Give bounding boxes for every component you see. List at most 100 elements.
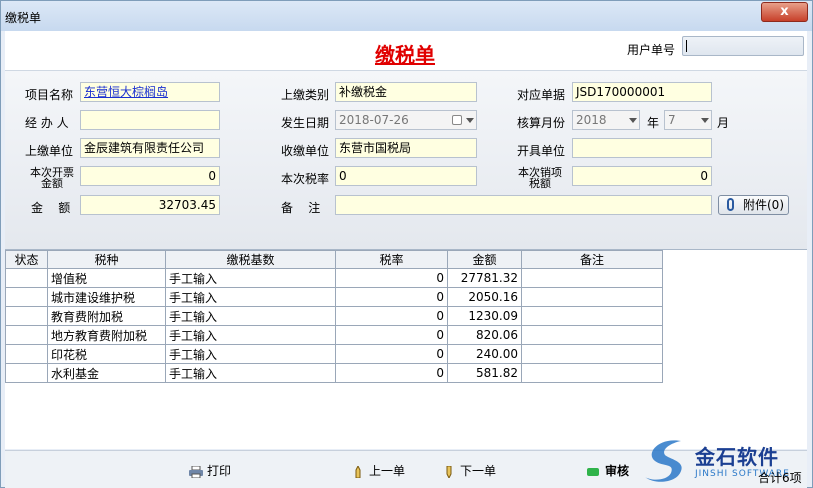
cell-status[interactable]: [5, 268, 48, 288]
attachment-button[interactable]: 附件(0): [718, 195, 789, 215]
cell-tax[interactable]: 增值税: [47, 268, 166, 288]
date-value: 2018-07-26: [339, 113, 409, 127]
cell-amount[interactable]: 2050.16: [447, 287, 522, 307]
invoice-amount-label-2: 金额: [41, 177, 63, 190]
cell-base[interactable]: 手工输入: [165, 344, 336, 364]
cell-rate[interactable]: 0: [335, 306, 448, 326]
project-name-label: 项目名称: [25, 88, 74, 102]
cell-tax[interactable]: 教育费附加税: [47, 306, 166, 326]
invoice-amount-field[interactable]: 0: [80, 166, 220, 186]
year-select[interactable]: 2018: [572, 110, 640, 130]
document-title: 缴税单: [375, 43, 435, 67]
month-unit: 月: [717, 116, 730, 130]
hand-down-icon: [446, 465, 452, 478]
ref-doc-field[interactable]: JSD170000001: [572, 82, 712, 102]
col-amount[interactable]: 金额: [447, 250, 522, 269]
month-select[interactable]: 7: [664, 110, 712, 130]
amount-field[interactable]: 32703.45: [80, 195, 220, 215]
col-base[interactable]: 缴税基数: [165, 250, 336, 269]
window-title: 缴税单: [5, 11, 42, 25]
cell-rate[interactable]: 0: [335, 268, 448, 288]
project-name-field[interactable]: 东营恒大棕榈岛: [80, 82, 220, 102]
table-row[interactable]: 地方教育费附加税 手工输入 0 820.06: [5, 325, 663, 345]
document-form: 项目名称 东营恒大棕榈岛 上缴类别 补缴税金 对应单据 JSD170000001…: [5, 71, 807, 249]
audit-status-icon: [587, 467, 599, 476]
pay-type-field[interactable]: 补缴税金: [335, 82, 477, 102]
cell-rate[interactable]: 0: [335, 325, 448, 345]
next-button[interactable]: 下一单: [442, 462, 496, 479]
col-note[interactable]: 备注: [521, 250, 663, 269]
tax-table: 状态 税种 缴税基数 税率 金额 备注 增值税 手工输入 0 27781.32: [5, 250, 663, 383]
cell-status[interactable]: [5, 363, 48, 383]
cell-status[interactable]: [5, 344, 48, 364]
table-row[interactable]: 印花税 手工输入 0 240.00: [5, 344, 663, 364]
cell-note[interactable]: [521, 344, 663, 364]
amount-label: 金 额: [31, 201, 71, 215]
cell-amount[interactable]: 27781.32: [447, 268, 522, 288]
cell-tax[interactable]: 地方教育费附加税: [47, 325, 166, 345]
cell-base[interactable]: 手工输入: [165, 325, 336, 345]
hand-up-icon: [355, 465, 361, 478]
remark-field[interactable]: [335, 195, 712, 215]
cell-rate[interactable]: 0: [335, 344, 448, 364]
recv-unit-field[interactable]: 东营市国税局: [335, 138, 477, 158]
pay-type-label: 上缴类别: [281, 88, 330, 102]
user-no-input[interactable]: [682, 36, 804, 56]
logo-name: 金石软件: [695, 445, 779, 469]
cell-note[interactable]: [521, 325, 663, 345]
recv-unit-label: 收缴单位: [281, 144, 330, 158]
col-status[interactable]: 状态: [5, 250, 48, 269]
tax-rate-label: 本次税率: [281, 172, 330, 186]
cell-base[interactable]: 手工输入: [165, 306, 336, 326]
table-row[interactable]: 增值税 手工输入 0 27781.32: [5, 268, 663, 288]
cell-amount[interactable]: 820.06: [447, 325, 522, 345]
col-tax[interactable]: 税种: [47, 250, 166, 269]
chevron-down-icon: [701, 118, 709, 123]
cell-rate[interactable]: 0: [335, 363, 448, 383]
cell-note[interactable]: [521, 306, 663, 326]
summary-count: 合计6项: [758, 471, 802, 485]
output-tax-field[interactable]: 0: [572, 166, 712, 186]
table-row[interactable]: 水利基金 手工输入 0 581.82: [5, 363, 663, 383]
project-name-link[interactable]: 东营恒大棕榈岛: [84, 85, 168, 99]
cell-status[interactable]: [5, 325, 48, 345]
date-picker[interactable]: 2018-07-26: [335, 110, 477, 130]
cell-tax[interactable]: 印花税: [47, 344, 166, 364]
cell-note[interactable]: [521, 268, 663, 288]
chevron-down-icon: [629, 118, 637, 123]
paperclip-icon: [727, 198, 734, 211]
chevron-down-icon: [466, 118, 474, 123]
cell-amount[interactable]: 581.82: [447, 363, 522, 383]
col-rate[interactable]: 税率: [335, 250, 448, 269]
logo-swoosh-icon: [645, 440, 682, 482]
tax-rate-field[interactable]: 0: [335, 166, 477, 186]
cell-status[interactable]: [5, 306, 48, 326]
attachment-label: 附件(0): [743, 198, 784, 212]
prev-button[interactable]: 上一单: [351, 462, 405, 479]
cell-status[interactable]: [5, 287, 48, 307]
table-row[interactable]: 城市建设维护税 手工输入 0 2050.16: [5, 287, 663, 307]
text-caret: [686, 40, 687, 52]
pay-unit-field[interactable]: 金辰建筑有限责任公司: [80, 138, 220, 158]
cell-amount[interactable]: 1230.09: [447, 306, 522, 326]
print-label: 打印: [207, 464, 232, 478]
issue-unit-label: 开具单位: [517, 144, 566, 158]
table-row[interactable]: 教育费附加税 手工输入 0 1230.09: [5, 306, 663, 326]
issue-unit-field[interactable]: [572, 138, 712, 158]
cell-note[interactable]: [521, 287, 663, 307]
cell-base[interactable]: 手工输入: [165, 268, 336, 288]
audit-button[interactable]: 审核: [587, 462, 629, 479]
cell-base[interactable]: 手工输入: [165, 363, 336, 383]
close-button[interactable]: x: [761, 2, 808, 22]
cell-base[interactable]: 手工输入: [165, 287, 336, 307]
cell-note[interactable]: [521, 363, 663, 383]
table-header-row: 状态 税种 缴税基数 税率 金额 备注: [5, 250, 663, 269]
cell-tax[interactable]: 城市建设维护税: [47, 287, 166, 307]
cell-rate[interactable]: 0: [335, 287, 448, 307]
handler-field[interactable]: [80, 110, 220, 130]
cell-tax[interactable]: 水利基金: [47, 363, 166, 383]
tax-detail-grid: 状态 税种 缴税基数 税率 金额 备注 增值税 手工输入 0 27781.32: [5, 249, 807, 449]
cell-amount[interactable]: 240.00: [447, 344, 522, 364]
print-button[interactable]: 打印: [189, 462, 231, 479]
month-value: 7: [668, 113, 676, 127]
